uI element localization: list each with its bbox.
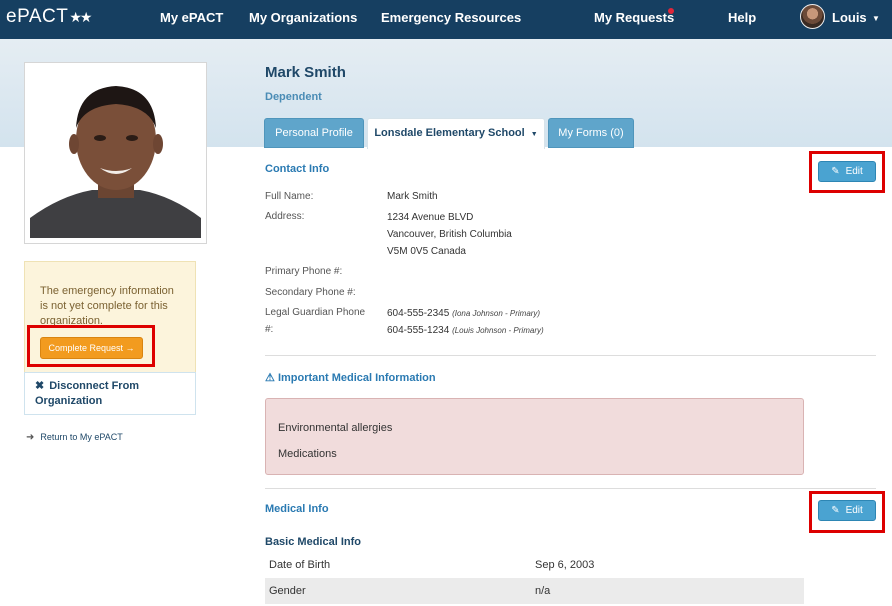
section-divider [265, 355, 876, 356]
nav-my-organizations[interactable]: My Organizations [249, 10, 357, 25]
table-row: Gender n/a [265, 578, 804, 604]
complete-request-button[interactable]: Complete Request → [40, 337, 143, 359]
guardian-phone-label-suffix: #: [265, 324, 274, 335]
medical-alert-item: Medications [278, 448, 337, 460]
address-line-3: V5M 0V5 Canada [387, 246, 466, 257]
tab-lonsdale-elementary-school[interactable]: Lonsdale Elementary School ▼ [367, 118, 545, 149]
user-avatar[interactable] [800, 4, 825, 29]
row-value: Sep 6, 2003 [535, 559, 595, 571]
secondary-phone-label: Secondary Phone #: [265, 287, 356, 298]
brand-stars-icon: ★★ [69, 9, 92, 25]
guardian-phone-2-note: (Louis Johnson - Primary) [452, 326, 544, 335]
full-name-label: Full Name: [265, 191, 314, 202]
medical-edit-label: Edit [845, 505, 863, 516]
person-role: Dependent [265, 91, 322, 103]
warning-triangle-icon: ⚠ [265, 372, 275, 384]
medical-edit-button[interactable]: ✎ Edit [818, 500, 876, 521]
tab-my-forms[interactable]: My Forms (0) [548, 118, 634, 148]
guardian-phone-label: Legal Guardian Phone [265, 307, 366, 318]
user-menu-name[interactable]: Louis [832, 10, 867, 25]
full-name-value: Mark Smith [387, 191, 438, 202]
guardian-phone-2: 604-555-1234 (Louis Johnson - Primary) [387, 322, 544, 339]
profile-photo [30, 68, 201, 238]
contact-edit-label: Edit [845, 166, 863, 177]
nav-my-epact[interactable]: My ePACT [160, 10, 223, 25]
address-line-1: 1234 Avenue BLVD [387, 212, 474, 223]
chevron-down-icon: ▼ [530, 131, 538, 138]
address-label: Address: [265, 211, 305, 222]
table-row: Date of Birth Sep 6, 2003 [265, 552, 804, 578]
incomplete-warning-text: The emergency information is not yet com… [40, 285, 174, 327]
disconnect-organization-button[interactable]: ✖ Disconnect From Organization [24, 372, 196, 415]
tab-personal-profile[interactable]: Personal Profile [264, 118, 364, 148]
address-line-2: Vancouver, British Columbia [387, 229, 512, 240]
pencil-icon: ✎ [831, 505, 840, 516]
return-link-label: Return to My ePACT [40, 432, 123, 442]
top-navigation: ePACT★★ My ePACT My Organizations Emerge… [0, 0, 892, 39]
page-title: Mark Smith [265, 64, 346, 81]
nav-help[interactable]: Help [728, 10, 756, 25]
basic-medical-info-title: Basic Medical Info [265, 536, 361, 548]
arrow-right-icon: ➜ [26, 432, 35, 443]
contact-info-title: Contact Info [265, 163, 330, 175]
disconnect-label: Disconnect From Organization [35, 380, 140, 407]
medical-info-title: Medical Info [265, 503, 329, 515]
primary-phone-label: Primary Phone #: [265, 266, 343, 277]
contact-edit-button[interactable]: ✎ Edit [818, 161, 876, 182]
section-divider [265, 488, 876, 489]
guardian-phone-1-number: 604-555-2345 [387, 308, 450, 319]
row-value: n/a [535, 585, 551, 597]
nav-my-requests[interactable]: My Requests [594, 10, 674, 25]
row-label: Date of Birth [269, 559, 331, 571]
guardian-phone-1: 604-555-2345 (Iona Johnson - Primary) [387, 305, 540, 322]
important-medical-label: Important Medical Information [277, 372, 436, 384]
medical-alert-box: Environmental allergies Medications [265, 398, 804, 475]
medical-alert-item: Environmental allergies [278, 422, 393, 434]
profile-photo-frame [24, 62, 207, 244]
close-icon: ✖ [35, 380, 45, 392]
important-medical-title: ⚠ Important Medical Information [265, 371, 436, 384]
row-label: Gender [269, 585, 306, 597]
return-to-my-epact-link[interactable]: ➜ Return to My ePACT [26, 432, 123, 443]
guardian-phone-2-number: 604-555-1234 [387, 325, 450, 336]
notification-dot-icon [668, 8, 674, 14]
guardian-phone-1-note: (Iona Johnson - Primary) [452, 309, 541, 318]
nav-emergency-resources[interactable]: Emergency Resources [381, 10, 521, 25]
brand-name: ePACT [6, 6, 69, 27]
chevron-down-icon[interactable]: ▼ [872, 14, 880, 23]
tab-lonsdale-label: Lonsdale Elementary School [374, 127, 525, 139]
epact-logo[interactable]: ePACT★★ [6, 6, 92, 28]
pencil-icon: ✎ [831, 166, 840, 177]
